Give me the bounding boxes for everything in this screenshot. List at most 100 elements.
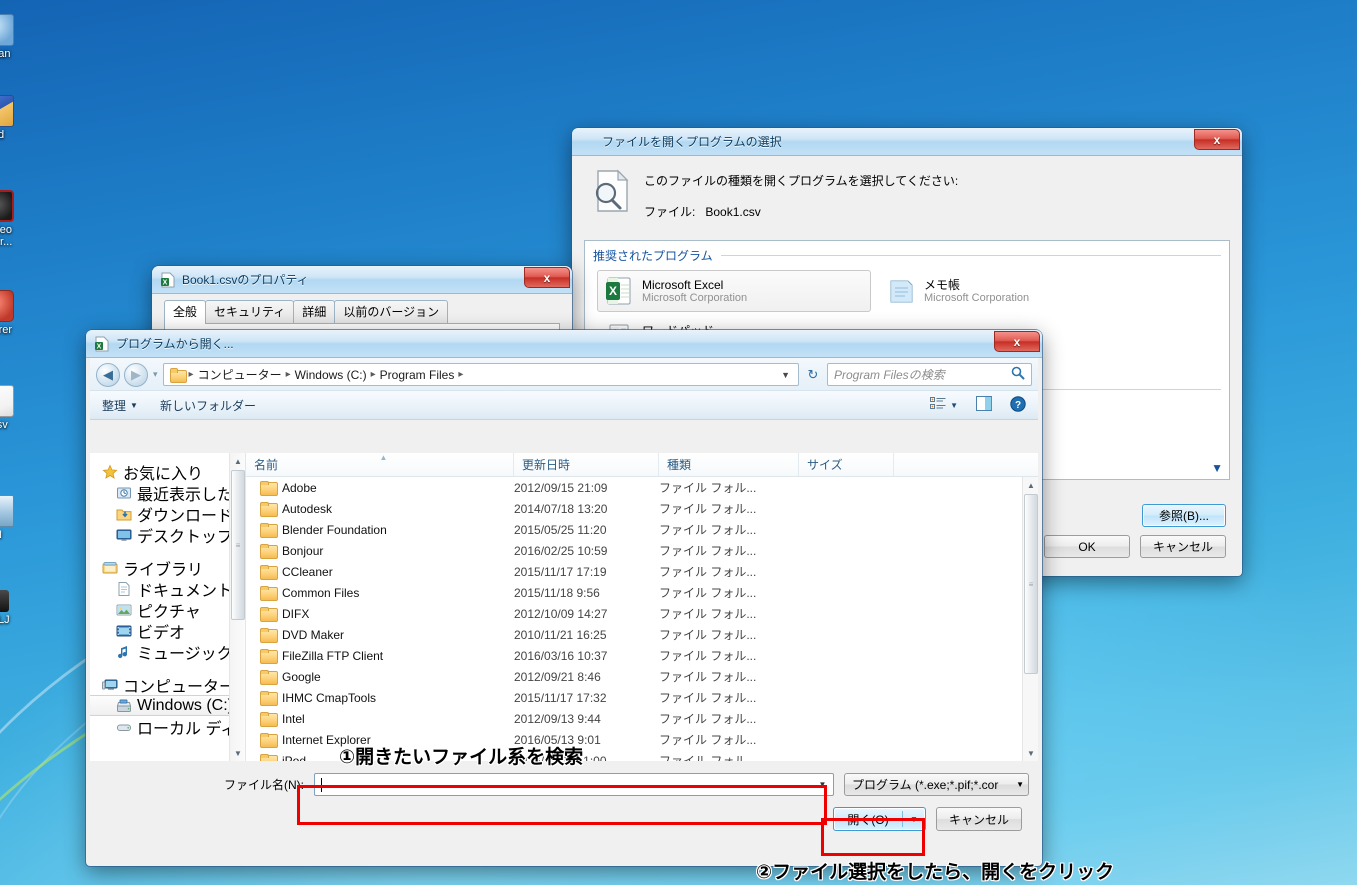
forward-button[interactable]: ▶ — [124, 362, 148, 387]
organize-menu[interactable]: 整理 ▼ — [98, 395, 142, 416]
close-icon[interactable]: x — [1194, 129, 1240, 150]
folder-icon — [260, 543, 278, 560]
computer-icon — [102, 677, 118, 693]
table-row[interactable]: Intel 2012/09/13 9:44 ファイル フォル... — [246, 708, 1022, 729]
file-list-scrollbar[interactable]: ▲ ≡ ▼ — [1022, 477, 1038, 761]
scroll-down-icon[interactable]: ▼ — [230, 745, 245, 761]
table-row[interactable]: Autodesk 2014/07/18 13:20 ファイル フォル... — [246, 498, 1022, 519]
sidebar-item-recent-places[interactable]: 最近表示した場所 — [90, 482, 245, 504]
tab-general[interactable]: 全般 — [164, 300, 207, 324]
preview-pane-button[interactable] — [972, 394, 996, 416]
refresh-icon[interactable]: ↻ — [803, 364, 823, 386]
close-icon[interactable]: x — [994, 331, 1040, 352]
hard-drive-icon — [116, 698, 132, 714]
open-button-dropdown-icon[interactable]: ▼ — [903, 808, 925, 830]
desktop-icon-misc[interactable]: Q LJ — [0, 590, 36, 626]
table-row[interactable]: Bonjour 2016/02/25 10:59 ファイル フォル... — [246, 540, 1022, 561]
file-type-filter-value: プログラム (*.exe;*.pif;*.cor — [852, 778, 999, 792]
breadcrumb-computer[interactable]: コンピューター — [195, 366, 285, 383]
cancel-button[interactable]: キャンセル — [1139, 535, 1226, 558]
table-row[interactable]: Google 2012/09/21 8:46 ファイル フォル... — [246, 666, 1022, 687]
close-icon[interactable]: x — [524, 267, 570, 288]
desktop-icon-network[interactable]: N — [0, 495, 36, 541]
filename-input[interactable]: ▼ — [314, 773, 834, 796]
table-row[interactable]: Blender Foundation 2015/05/25 11:20 ファイル フ… — [246, 519, 1022, 540]
file-type-filter-select[interactable]: プログラム (*.exe;*.pif;*.cor ▼ — [844, 773, 1029, 796]
excel-icon: X — [604, 276, 634, 306]
back-button[interactable]: ◀ — [96, 362, 120, 387]
breadcrumb-program-files[interactable]: Program Files — [377, 368, 458, 382]
scroll-down-icon[interactable]: ▼ — [1023, 745, 1038, 761]
address-dropdown-icon[interactable]: ▼ — [777, 370, 794, 380]
cancel-button[interactable]: キャンセル — [935, 807, 1022, 831]
desktop-icon-explorer[interactable]: plorer — [0, 290, 36, 336]
browse-button[interactable]: 参照(B)... — [1142, 504, 1226, 527]
sidebar-item-music[interactable]: ミュージック — [90, 641, 245, 663]
desktop-icon-video-workshop[interactable]: Video Wor... — [0, 190, 36, 248]
filename-dropdown-icon[interactable]: ▼ — [814, 774, 831, 795]
sidebar-item-videos[interactable]: ビデオ — [90, 620, 245, 642]
column-label: 種類 — [667, 458, 692, 472]
column-header-date[interactable]: 更新日時 — [514, 453, 659, 476]
scrollbar-thumb[interactable]: ≡ — [231, 470, 245, 620]
column-header-size[interactable]: サイズ — [799, 453, 894, 476]
hand-icon — [0, 95, 14, 127]
file-name-text: Blender Foundation — [282, 522, 387, 537]
nav-group-favorites[interactable]: お気に入り — [90, 461, 245, 483]
sidebar-item-pictures[interactable]: ピクチャ — [90, 599, 245, 621]
address-bar[interactable]: ▸ コンピューター ▸ Windows (C:) ▸ Program Files… — [162, 363, 799, 386]
open-file-dialog[interactable]: X プログラムから開く... x ◀ ▶ ▾ ▸ コンピューター ▸ Windo… — [86, 330, 1042, 866]
file-row-date: 2012/09/13 9:44 — [514, 711, 601, 726]
chevron-down-icon: ▼ — [1016, 780, 1024, 789]
navigation-pane[interactable]: お気に入り 最近表示した場所 ダウンロード — [90, 453, 246, 761]
open-with-header: このファイルの種類を開くプログラムを選択してください: ファイル: Book1.… — [584, 162, 1230, 222]
nav-group-computer[interactable]: コンピューター — [90, 674, 245, 696]
open-with-titlebar[interactable]: ファイルを開くプログラムの選択 x — [572, 128, 1242, 156]
sidebar-item-downloads[interactable]: ダウンロード — [90, 503, 245, 525]
program-name: メモ帳 — [924, 277, 961, 292]
tab-previous-versions[interactable]: 以前のバージョン — [334, 300, 449, 323]
sidebar-item-desktop[interactable]: デスクトップ — [90, 524, 245, 546]
table-row[interactable]: DVD Maker 2010/11/21 16:25 ファイル フォル... — [246, 624, 1022, 645]
sidebar-item-local-disk[interactable]: ローカル ディス — [90, 716, 245, 738]
sidebar-item-windows-c[interactable]: Windows (C:) — [90, 695, 245, 716]
ok-button[interactable]: OK — [1043, 535, 1130, 558]
file-row-date: 2016/02/25 10:59 — [514, 543, 608, 558]
table-row[interactable]: IHMC CmapTools 2015/11/17 17:32 ファイル フォル..… — [246, 687, 1022, 708]
file-list-pane[interactable]: ▲ 名前 更新日時 種類 サイズ Adobe 2012/09/15 21:09 ファ… — [246, 453, 1038, 761]
chevron-down-icon[interactable]: ▼ — [1211, 461, 1223, 475]
desktop-icon-scan[interactable]: Scan — [0, 14, 36, 60]
open-button[interactable]: 開く(O) ▼ — [832, 807, 926, 831]
table-row[interactable]: Common Files 2015/11/18 9:56 ファイル フォル... — [246, 582, 1022, 603]
history-dropdown-icon[interactable]: ▾ — [152, 369, 159, 380]
tab-security[interactable]: セキュリティ — [205, 300, 295, 323]
file-name-text: Bonjour — [282, 543, 324, 558]
table-row[interactable]: DIFX 2012/10/09 14:27 ファイル フォル... — [246, 603, 1022, 624]
nav-group-libraries[interactable]: ライブラリ — [90, 557, 245, 579]
scrollbar-thumb[interactable]: ≡ — [1024, 494, 1038, 674]
new-folder-button[interactable]: 新しいフォルダー — [156, 395, 260, 416]
desktop-icon-ad[interactable]: ad — [0, 95, 36, 141]
column-header-name[interactable]: ▲ 名前 — [246, 453, 514, 476]
nav-pane-scrollbar[interactable]: ▲ ≡ ▼ — [229, 453, 245, 761]
file-list-rows[interactable]: Adobe 2012/09/15 21:09 ファイル フォル... Autodesk… — [246, 477, 1022, 761]
help-button[interactable]: ? — [1006, 394, 1030, 417]
search-input[interactable]: Program Filesの検索 — [834, 366, 945, 383]
breadcrumb-windows-c[interactable]: Windows (C:) — [292, 368, 370, 382]
table-row[interactable]: CCleaner 2015/11/17 17:19 ファイル フォル... — [246, 561, 1022, 582]
search-box[interactable]: Program Filesの検索 — [827, 363, 1032, 386]
properties-titlebar[interactable]: X Book1.csvのプロパティ x — [152, 266, 572, 294]
column-header-type[interactable]: 種類 — [659, 453, 799, 476]
program-item-notepad[interactable]: メモ帳 Microsoft Corporation — [879, 270, 1153, 312]
program-item-excel[interactable]: X Microsoft Excel Microsoft Corporation — [597, 270, 871, 312]
file-key-label: ファイル: — [644, 205, 696, 219]
scroll-up-icon[interactable]: ▲ — [1023, 477, 1038, 493]
desktop-icon-csv-file[interactable]: .csv — [0, 385, 36, 431]
scroll-up-icon[interactable]: ▲ — [230, 453, 245, 469]
table-row[interactable]: Adobe 2012/09/15 21:09 ファイル フォル... — [246, 477, 1022, 498]
table-row[interactable]: FileZilla FTP Client 2016/03/16 10:37 ファイル… — [246, 645, 1022, 666]
change-view-button[interactable]: ▼ — [926, 395, 962, 416]
open-file-titlebar[interactable]: X プログラムから開く... x — [86, 330, 1042, 358]
tab-details[interactable]: 詳細 — [293, 300, 336, 323]
sidebar-item-documents[interactable]: ドキュメント — [90, 578, 245, 600]
